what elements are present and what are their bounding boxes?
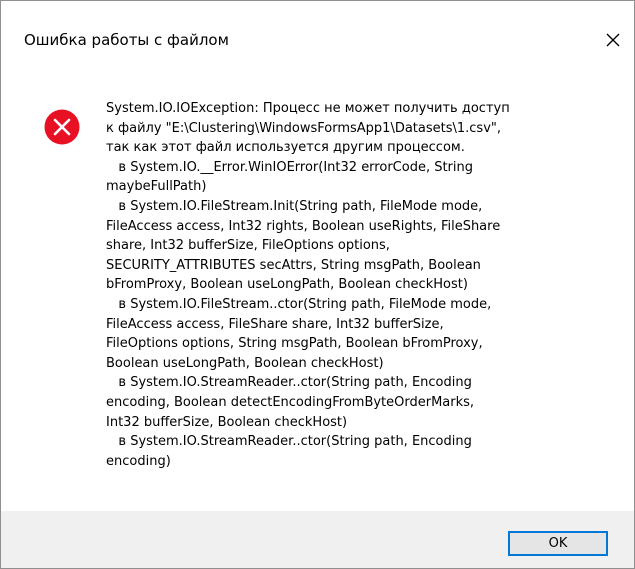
ok-button[interactable]: OK (508, 531, 608, 556)
error-message-line: так как этот файл используется другим пр… (106, 140, 465, 156)
error-icon (44, 109, 80, 145)
error-message-line: maybeFullPath) (106, 179, 207, 195)
error-message-line: encoding) (106, 453, 171, 469)
error-message-line: share, Int32 bufferSize, FileOptions opt… (106, 238, 390, 254)
dialog-title: Ошибка работы с файлом (24, 31, 229, 49)
error-message-line: в System.IO.FileStream.Init(String path,… (106, 198, 483, 214)
dialog-footer: OK (1, 511, 634, 568)
error-message-line: в System.IO.__Error.WinIOError(Int32 err… (106, 159, 474, 175)
error-message: System.IO.IOException: Процесс не может … (106, 99, 621, 471)
error-message-line: в System.IO.FileStream..ctor(String path… (106, 296, 492, 312)
error-message-line: к файлу "E:\Clustering\WindowsFormsApp1\… (106, 120, 502, 136)
error-message-line: bFromProxy, Boolean useLongPath, Boolean… (106, 277, 468, 293)
error-dialog: Ошибка работы с файлом System.IO.IOExcep… (0, 0, 635, 569)
dialog-content: System.IO.IOException: Процесс не может … (1, 73, 634, 511)
error-message-line: Boolean useLongPath, Boolean checkHost) (106, 355, 384, 371)
error-message-line: FileAccess access, FileShare share, Int3… (106, 316, 444, 332)
error-message-line: SECURITY_ATTRIBUTES secAttrs, String msg… (106, 257, 481, 273)
error-message-line: в System.IO.StreamReader..ctor(String pa… (106, 375, 472, 391)
error-message-line: System.IO.IOException: Процесс не может … (106, 101, 510, 116)
error-message-line: FileAccess access, Int32 rights, Boolean… (106, 218, 501, 234)
error-message-line: в System.IO.StreamReader..ctor(String pa… (106, 434, 472, 450)
error-message-line: FileOptions options, String msgPath, Boo… (106, 336, 483, 352)
error-message-line: encoding, Boolean detectEncodingFromByte… (106, 394, 475, 410)
close-button[interactable] (597, 24, 629, 56)
title-bar: Ошибка работы с файлом (1, 1, 634, 73)
error-message-line: Int32 bufferSize, Boolean checkHost) (106, 414, 348, 430)
close-icon (606, 33, 620, 47)
